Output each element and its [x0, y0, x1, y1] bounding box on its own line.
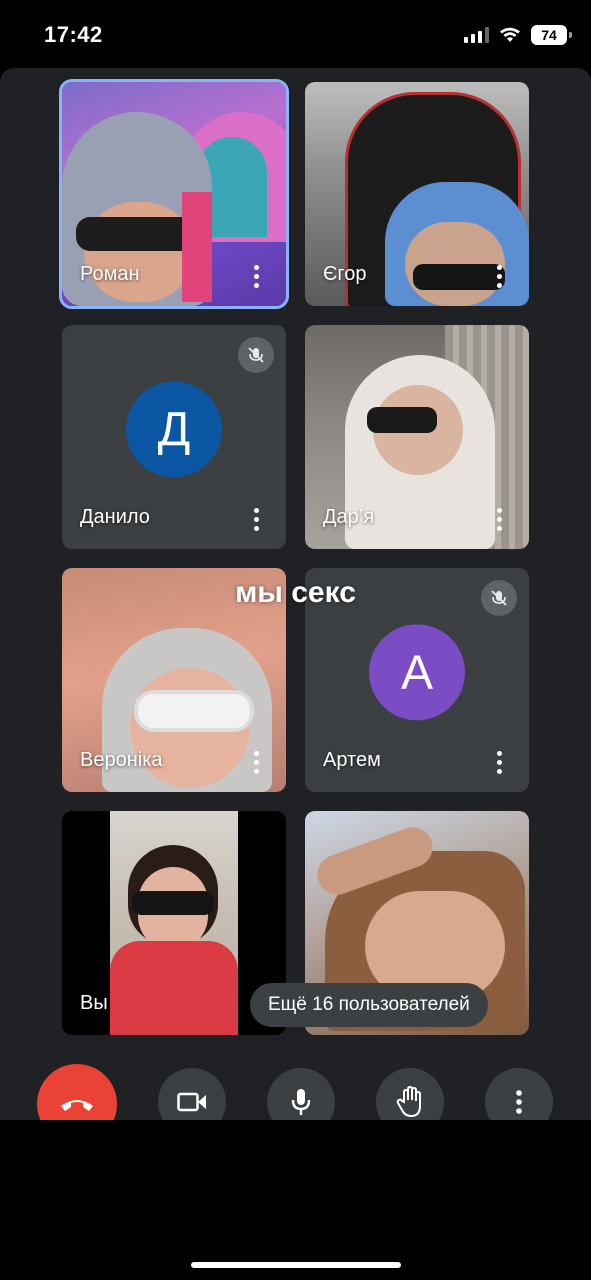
- participant-name: Артем: [323, 749, 381, 771]
- more-options-icon[interactable]: [246, 505, 266, 533]
- status-time: 17:42: [44, 22, 103, 47]
- end-call-icon: [61, 1100, 93, 1111]
- sunglasses: [367, 407, 437, 433]
- avatar: А: [369, 624, 465, 721]
- call-controls: [0, 1064, 591, 1144]
- more-users-button[interactable]: Ещё 16 пользователей: [250, 983, 488, 1027]
- mic-off-icon: [238, 337, 274, 373]
- raise-hand-icon: [396, 1086, 421, 1118]
- participant-name: Вероніка: [80, 749, 163, 771]
- participant-tile-roman[interactable]: Роман: [59, 79, 289, 309]
- home-indicator[interactable]: [191, 1262, 401, 1268]
- red-robe: [110, 941, 238, 1035]
- avatar: Д: [126, 381, 222, 478]
- participant-name: Єгор: [323, 263, 367, 285]
- microphone-icon: [291, 1089, 311, 1115]
- more-options-icon[interactable]: [246, 262, 266, 290]
- participant-tile-danylo[interactable]: Д Данило: [62, 325, 286, 549]
- participant-name: Данило: [80, 506, 150, 528]
- participant-name: Дар’я: [323, 506, 375, 528]
- participant-name: Роман: [80, 263, 140, 285]
- sunglasses: [76, 217, 196, 251]
- camera-icon: [177, 1092, 206, 1112]
- status-bar: 17:42 74: [0, 0, 591, 68]
- more-options-icon[interactable]: [489, 262, 509, 290]
- status-icons: 74: [464, 24, 572, 46]
- more-options-icon[interactable]: [246, 748, 266, 776]
- sunglasses: [132, 891, 214, 915]
- wifi-icon: [500, 27, 520, 42]
- more-options-icon[interactable]: [489, 748, 509, 776]
- white-sunglasses: [134, 690, 254, 732]
- bottom-area: [0, 1120, 591, 1280]
- participant-tile-daria[interactable]: Дар’я: [305, 325, 529, 549]
- pink-fur: [182, 192, 212, 302]
- caption-overlay: мы секс: [235, 576, 356, 609]
- battery-indicator: 74: [531, 25, 572, 45]
- more-options-icon[interactable]: [489, 505, 509, 533]
- more-vertical-icon: [516, 1090, 522, 1114]
- cellular-signal-icon: [464, 27, 489, 43]
- participant-tile-yegor[interactable]: Єгор: [305, 82, 529, 306]
- participant-name: Вы: [80, 992, 108, 1014]
